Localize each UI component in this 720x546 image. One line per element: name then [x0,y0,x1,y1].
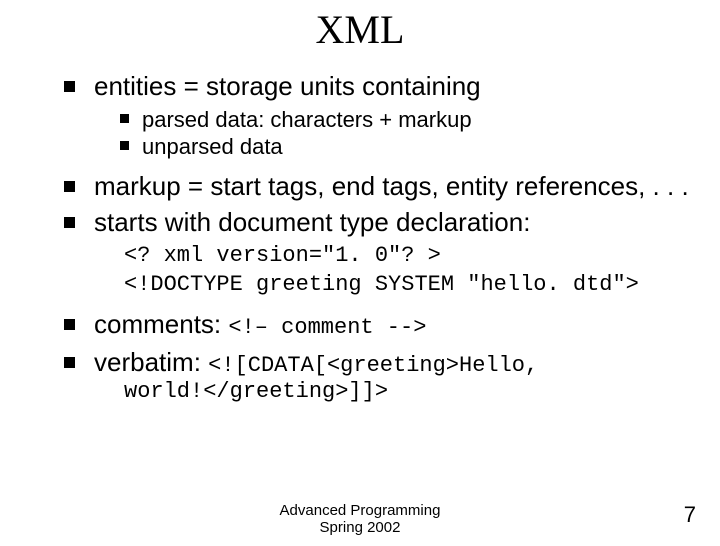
slide: XML entities = storage units containing … [0,6,720,546]
code-line-1: <? xml version="1. 0"? > [124,242,720,271]
code-line-2: <!DOCTYPE greeting SYSTEM "hello. dtd"> [124,271,720,300]
bullet-comments: comments: <!– comment --> [64,309,720,341]
page-number: 7 [684,502,696,528]
bullet-starts-text: starts with document type declaration: [94,207,530,237]
bullet-list: entities = storage units containing pars… [64,71,720,405]
bullet-comments-label: comments: [94,309,228,339]
footer-line1: Advanced Programming [280,502,441,519]
bullet-verbatim-code2: world!</greeting>]]> [124,379,720,405]
bullet-verbatim-code1: <![CDATA[<greeting>Hello, [208,353,538,378]
bullet-markup: markup = start tags, end tags, entity re… [64,171,720,202]
sub-unparsed: unparsed data [120,133,720,161]
bullet-entities: entities = storage units containing pars… [64,71,720,161]
sub-list-entities: parsed data: characters + markup unparse… [120,106,720,161]
bullet-starts: starts with document type declaration: <… [64,207,720,299]
slide-title: XML [0,6,720,53]
footer-line2: Spring 2002 [320,519,401,536]
code-block: <? xml version="1. 0"? > <!DOCTYPE greet… [124,242,720,299]
bullet-verbatim-label: verbatim: [94,347,208,377]
bullet-verbatim: verbatim: <![CDATA[<greeting>Hello, worl… [64,347,720,405]
sub-parsed: parsed data: characters + markup [120,106,720,134]
bullet-comments-code: <!– comment --> [228,315,426,340]
bullet-entities-text: entities = storage units containing [94,71,481,101]
footer: Advanced Programming Spring 2002 [0,503,720,536]
